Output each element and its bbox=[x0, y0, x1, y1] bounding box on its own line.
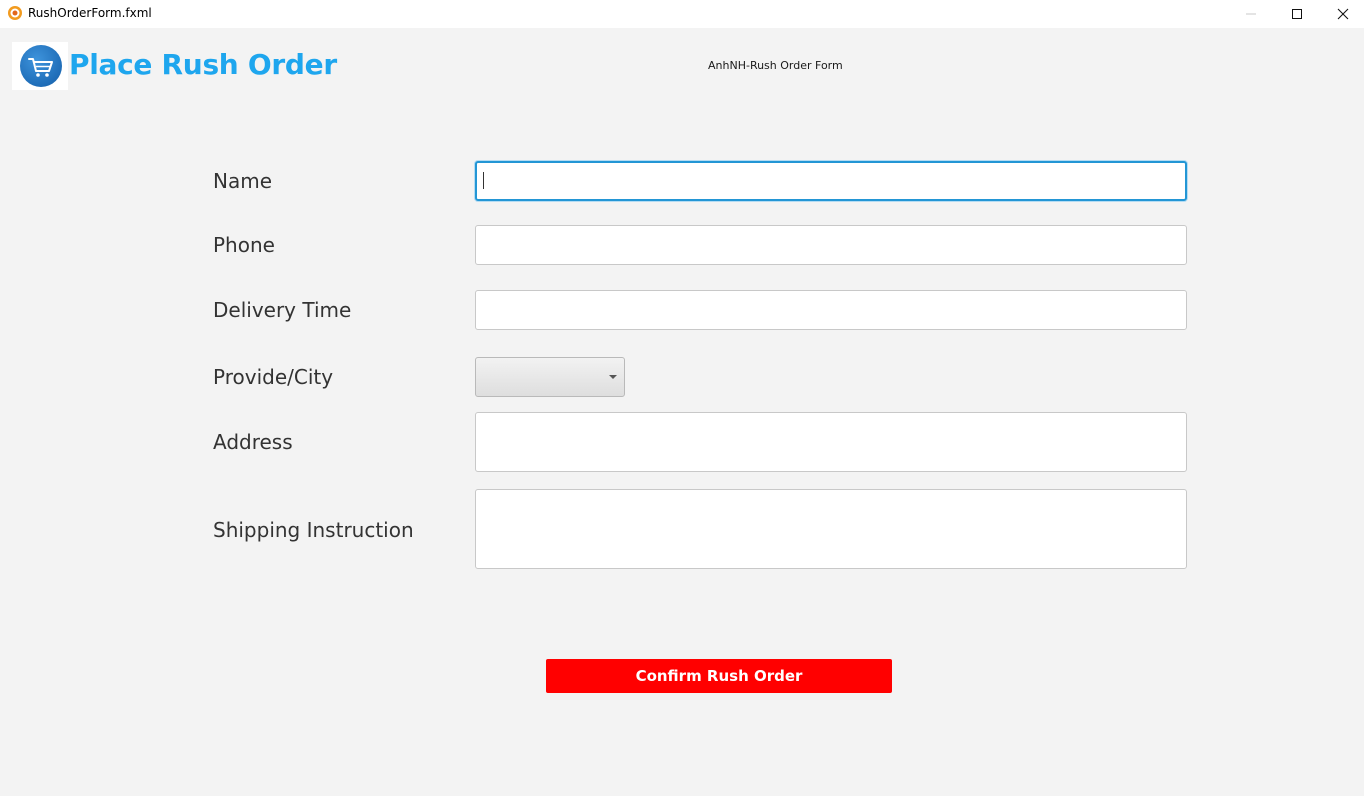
address-field[interactable] bbox=[475, 412, 1187, 472]
confirm-rush-order-button[interactable]: Confirm Rush Order bbox=[546, 659, 892, 693]
delivery-time-field[interactable] bbox=[475, 290, 1187, 330]
chevron-down-icon bbox=[609, 375, 617, 379]
page-title: Place Rush Order bbox=[69, 48, 337, 81]
window-title: RushOrderForm.fxml bbox=[28, 6, 152, 20]
logo-circle bbox=[20, 45, 62, 87]
minimize-button[interactable] bbox=[1228, 0, 1274, 28]
window-titlebar: RushOrderForm.fxml bbox=[0, 0, 1367, 28]
address-label: Address bbox=[213, 430, 293, 454]
shipping-instruction-label: Shipping Instruction bbox=[213, 518, 414, 542]
close-icon bbox=[1337, 8, 1349, 20]
name-field[interactable] bbox=[475, 161, 1187, 201]
phone-field[interactable] bbox=[475, 225, 1187, 265]
maximize-button[interactable] bbox=[1274, 0, 1320, 28]
delivery-time-label: Delivery Time bbox=[213, 298, 352, 322]
shipping-instruction-field[interactable] bbox=[475, 489, 1187, 569]
province-dropdown[interactable] bbox=[475, 357, 625, 397]
rush-order-form-pane: Place Rush Order AnhNH-Rush Order Form N… bbox=[0, 28, 1364, 796]
minimize-icon bbox=[1246, 13, 1256, 15]
text-cursor bbox=[483, 172, 484, 189]
shopping-cart-icon bbox=[28, 58, 53, 77]
province-label: Provide/City bbox=[213, 365, 334, 389]
logo bbox=[12, 42, 68, 90]
app-icon bbox=[7, 5, 23, 21]
name-label: Name bbox=[213, 169, 273, 193]
close-button[interactable] bbox=[1320, 0, 1366, 28]
maximize-icon bbox=[1292, 9, 1302, 19]
phone-label: Phone bbox=[213, 233, 275, 257]
form-caption: AnhNH-Rush Order Form bbox=[708, 59, 843, 72]
